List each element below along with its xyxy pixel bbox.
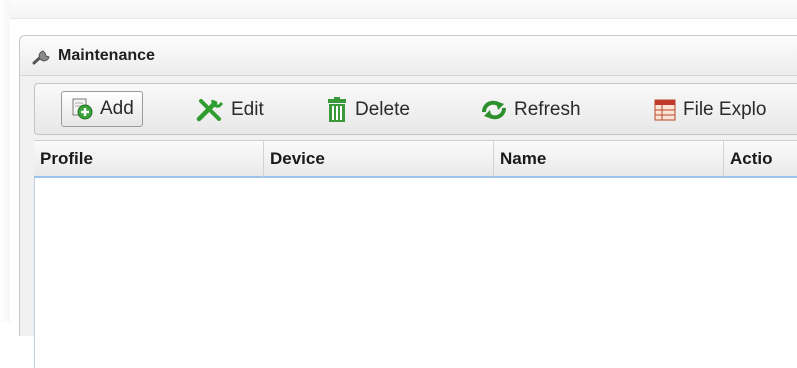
panel-title-bar: Maintenance: [20, 36, 797, 76]
add-icon: [72, 98, 93, 120]
add-button[interactable]: Add: [61, 91, 143, 127]
file-explorer-icon: [654, 99, 676, 121]
column-name[interactable]: Name: [494, 141, 724, 177]
file-explorer-button[interactable]: File Explo: [653, 93, 766, 127]
edit-label: Edit: [231, 99, 264, 120]
column-action[interactable]: Actio: [724, 141, 797, 177]
refresh-label: Refresh: [514, 99, 581, 120]
add-label: Add: [100, 98, 134, 119]
edit-button[interactable]: Edit: [195, 93, 264, 127]
table-body: [34, 178, 797, 368]
panel-title: Maintenance: [58, 46, 155, 64]
delete-label: Delete: [355, 99, 410, 120]
trash-icon: [328, 97, 346, 122]
top-frame: [10, 0, 797, 19]
file-explorer-label: File Explo: [683, 99, 767, 120]
toolbar: Add Edit Delete Refresh File Explo: [34, 83, 797, 135]
table-header: Profile Device Name Actio: [34, 140, 797, 178]
refresh-icon: [482, 100, 506, 120]
tools-icon: [196, 99, 224, 122]
left-shadow: [0, 0, 10, 322]
delete-button[interactable]: Delete: [325, 93, 410, 127]
column-profile[interactable]: Profile: [34, 141, 264, 177]
column-device[interactable]: Device: [264, 141, 494, 177]
refresh-button[interactable]: Refresh: [480, 93, 581, 127]
wrench-icon: [32, 49, 50, 64]
maintenance-panel: Maintenance Add Edit Delete Refresh File…: [19, 35, 797, 368]
